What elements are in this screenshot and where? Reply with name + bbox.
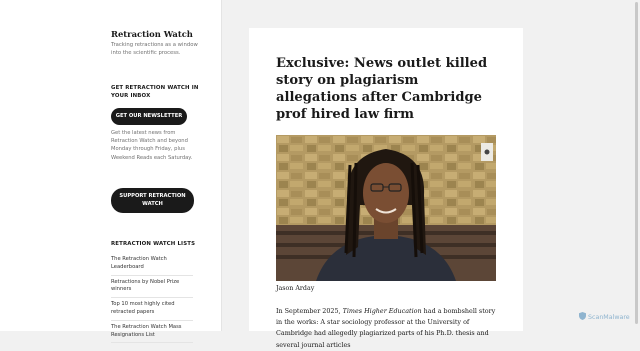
list-item-mass-resignations[interactable]: The Retraction Watch Mass Resignations L… xyxy=(111,324,193,344)
list-item-nobel[interactable]: Retractions by Nobel Prize winners xyxy=(111,279,193,299)
newsletter-button[interactable]: GET OUR NEWSLETTER xyxy=(111,108,187,125)
shield-icon xyxy=(579,312,586,322)
list-item-top-cited[interactable]: Top 10 most highly cited retracted paper… xyxy=(111,301,193,321)
photo-caption: Jason Arday xyxy=(276,285,315,292)
body-intro: In September 2025, xyxy=(276,307,343,315)
lists-heading: RETRACTION WATCH LISTS xyxy=(111,241,196,247)
list-item-leaderboard[interactable]: The Retraction Watch Leaderboard xyxy=(111,256,193,276)
scrollbar-thumb[interactable] xyxy=(635,2,638,324)
support-button[interactable]: SUPPORT RETRACTION WATCH xyxy=(111,188,194,213)
sidebar: Retraction Watch Tracking retractions as… xyxy=(0,0,222,344)
scrollbar[interactable] xyxy=(633,0,640,331)
site-title[interactable]: Retraction Watch xyxy=(111,29,193,39)
scanmalware-watermark: ScanMalware xyxy=(579,312,630,322)
newsletter-description: Get the latest news from Retraction Watc… xyxy=(111,130,193,161)
article-photo xyxy=(276,135,496,281)
watermark-text: ScanMalware xyxy=(588,313,630,321)
publication-name: Times Higher Education xyxy=(342,307,422,315)
article: Exclusive: News outlet killed story on p… xyxy=(249,28,523,349)
article-body: In September 2025, Times Higher Educatio… xyxy=(276,306,498,351)
newsletter-heading: GET RETRACTION WATCH IN YOUR INBOX xyxy=(111,85,199,99)
article-title[interactable]: Exclusive: News outlet killed story on p… xyxy=(276,55,496,123)
retraction-lists: The Retraction Watch Leaderboard Retract… xyxy=(111,256,193,346)
site-description: Tracking retractions as a window into th… xyxy=(111,42,198,56)
